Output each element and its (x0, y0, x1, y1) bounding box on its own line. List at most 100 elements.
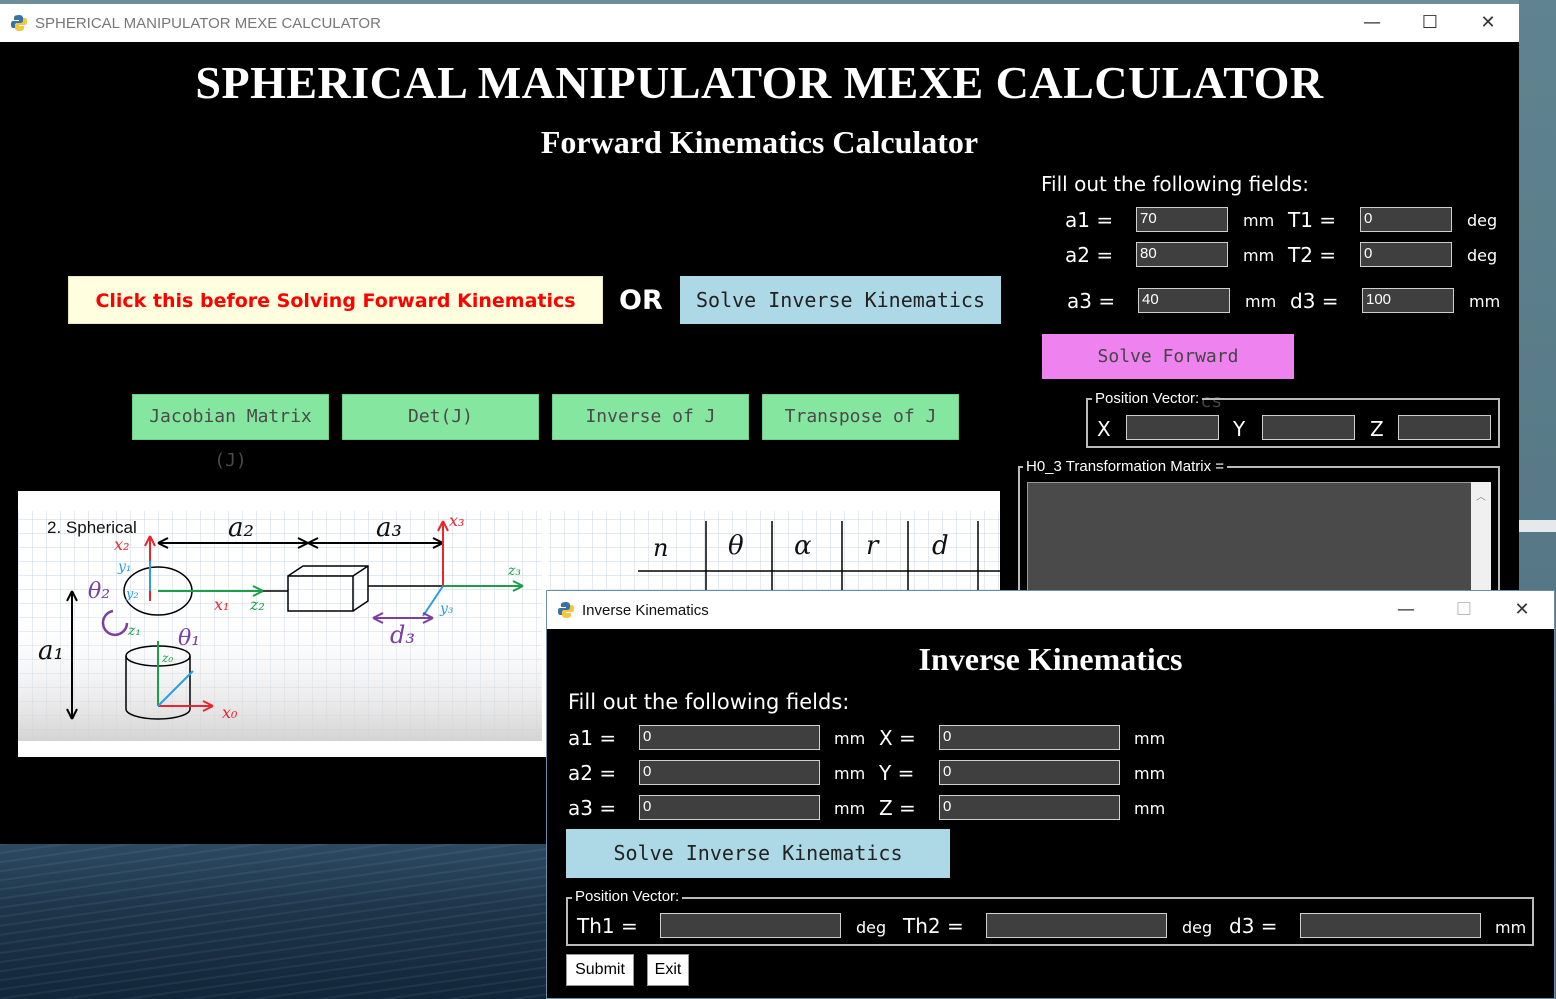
inv-y-unit: mm (1134, 764, 1166, 783)
inv-d3-label: d3 = (1229, 914, 1278, 938)
inverse-kinematics-window: Inverse Kinematics — ☐ ✕ Inverse Kinemat… (546, 590, 1555, 999)
fk-fields-prompt: Fill out the following fields: (1041, 172, 1309, 196)
a2-input[interactable]: 80 (1136, 242, 1228, 267)
label-y2: y₂ (126, 587, 139, 602)
exit-button[interactable]: Exit (647, 954, 689, 986)
click-before-solving-button[interactable]: Click this before Solving Forward Kinema… (68, 276, 603, 324)
t2-label: T2 = (1288, 243, 1337, 267)
label-a3: a₃ (376, 513, 402, 543)
d3-input[interactable]: 100 (1362, 288, 1454, 313)
main-titlebar[interactable]: SPHERICAL MANIPULATOR MEXE CALCULATOR — … (0, 4, 1519, 42)
jacobian-matrix-button[interactable]: Jacobian Matrix (J) (132, 394, 329, 471)
maximize-icon[interactable]: ☐ (1401, 8, 1459, 38)
inv-x-label: X = (879, 726, 916, 750)
inv-z-input[interactable]: 0 (939, 795, 1120, 820)
th2-output[interactable] (986, 913, 1167, 938)
a3-unit: mm (1245, 292, 1277, 311)
pos-z-label: Z (1370, 417, 1384, 441)
inv-a3-unit: mm (834, 799, 866, 818)
pos-z-output[interactable] (1398, 415, 1491, 440)
a1-label: a1 = (1065, 208, 1114, 232)
inverse-j-button[interactable]: Inverse of J (552, 394, 749, 440)
th1-unit: deg (856, 918, 887, 937)
th1-output[interactable] (660, 913, 841, 938)
pos-y-label: Y (1233, 417, 1246, 441)
t1-unit: deg (1467, 211, 1498, 230)
minimize-icon[interactable]: — (1343, 8, 1401, 38)
label-a2: a₂ (228, 513, 254, 543)
a2-label: a2 = (1065, 243, 1114, 267)
inv-x-input[interactable]: 0 (939, 725, 1120, 750)
pos-y-output[interactable] (1262, 415, 1355, 440)
label-theta1: θ₁ (178, 626, 201, 651)
page-title: SPHERICAL MANIPULATOR MEXE CALCULATOR (195, 57, 1324, 108)
dh-header-r: r (866, 531, 879, 561)
t1-input[interactable]: 0 (1360, 207, 1452, 232)
label-z0: z₀ (162, 651, 174, 665)
inv-a1-input[interactable]: 0 (639, 725, 820, 750)
label-theta2: θ₂ (88, 579, 111, 604)
python-icon (558, 602, 574, 618)
t2-unit: deg (1467, 246, 1498, 265)
inv-z-unit: mm (1134, 799, 1166, 818)
inv-a2-label: a2 = (568, 761, 617, 785)
inv-d3-output[interactable] (1300, 913, 1481, 938)
inv-a3-label: a3 = (568, 796, 617, 820)
a3-input[interactable]: 40 (1138, 288, 1230, 313)
scroll-up-icon[interactable]: ︿ (1476, 488, 1486, 503)
label-a1: a₁ (38, 636, 64, 666)
maximize-icon[interactable]: ☐ (1435, 595, 1493, 625)
a1-input[interactable]: 70 (1136, 207, 1228, 232)
inverse-window-title: Inverse Kinematics (582, 602, 709, 619)
label-d3: d₃ (390, 621, 415, 649)
close-icon[interactable]: ✕ (1493, 595, 1551, 625)
inv-x-unit: mm (1134, 729, 1166, 748)
label-y3: y₃ (440, 601, 454, 617)
dh-header-d: d (932, 531, 949, 561)
python-icon (11, 15, 27, 31)
th1-label: Th1 = (577, 914, 638, 938)
label-z2: z₂ (250, 595, 265, 614)
label-x3: x₃ (449, 511, 465, 530)
inv-a1-unit: mm (834, 729, 866, 748)
label-z1: z₁ (128, 623, 141, 639)
inverse-prompt: Fill out the following fields: (568, 690, 850, 714)
h03-legend: H0_3 Transformation Matrix = (1023, 458, 1227, 475)
page-subtitle: Forward Kinematics Calculator (540, 124, 979, 160)
solve-forward-kinematics-button[interactable]: Solve Forward Kinematics (1042, 334, 1294, 412)
a2-unit: mm (1243, 246, 1275, 265)
transpose-j-button[interactable]: Transpose of J (762, 394, 959, 440)
close-icon[interactable]: ✕ (1459, 8, 1517, 38)
inv-a2-unit: mm (834, 764, 866, 783)
position-vector-legend: Position Vector: (1092, 390, 1203, 407)
submit-button[interactable]: Submit (566, 954, 634, 986)
inv-a3-input[interactable]: 0 (639, 795, 820, 820)
dh-header-alpha: α (794, 531, 812, 561)
t2-input[interactable]: 0 (1360, 242, 1452, 267)
th2-unit: deg (1182, 918, 1213, 937)
inv-a1-label: a1 = (568, 726, 617, 750)
inv-solve-button[interactable]: Solve Inverse Kinematics (566, 829, 950, 878)
t1-label: T1 = (1288, 208, 1337, 232)
inv-a2-input[interactable]: 0 (639, 760, 820, 785)
dh-header-n: n (653, 534, 669, 562)
det-j-button[interactable]: Det(J) (342, 394, 539, 440)
pos-x-output[interactable] (1126, 415, 1219, 440)
label-z3: z₃ (508, 563, 521, 579)
inv-y-input[interactable]: 0 (939, 760, 1120, 785)
desktop-wallpaper-sea (0, 843, 560, 999)
inverse-heading: Inverse Kinematics (918, 641, 1183, 677)
solve-inverse-kinematics-button[interactable]: Solve Inverse Kinematics (680, 276, 1001, 324)
label-y1: y₁ (118, 559, 132, 575)
main-window-title: SPHERICAL MANIPULATOR MEXE CALCULATOR (35, 15, 381, 32)
minimize-icon[interactable]: — (1377, 595, 1435, 625)
or-label: OR (619, 285, 663, 316)
inv-position-vector-legend: Position Vector: (572, 888, 683, 905)
label-x1: x₁ (214, 595, 230, 614)
inv-d3-unit: mm (1495, 918, 1527, 937)
d3-unit: mm (1469, 292, 1501, 311)
a1-unit: mm (1243, 211, 1275, 230)
label-x0: x₀ (222, 703, 238, 722)
inverse-titlebar[interactable]: Inverse Kinematics — ☐ ✕ (547, 591, 1554, 629)
th2-label: Th2 = (903, 914, 964, 938)
